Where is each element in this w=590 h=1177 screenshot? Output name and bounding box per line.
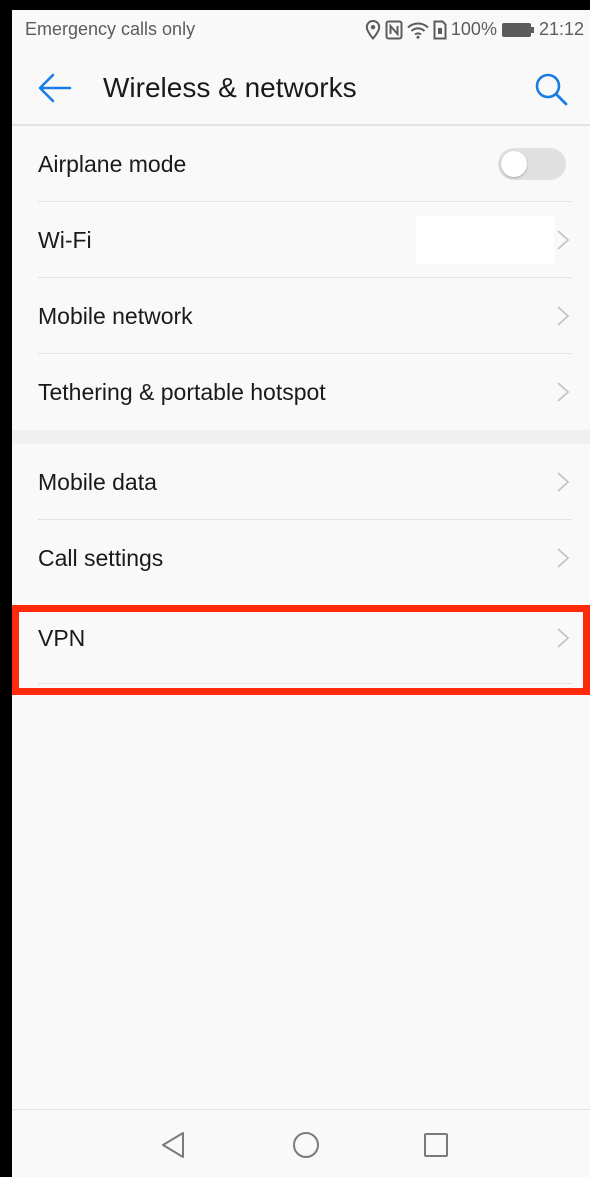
chevron-right-icon xyxy=(556,229,570,251)
wifi-label: Wi-Fi xyxy=(38,227,92,253)
chevron-right-icon xyxy=(556,305,570,327)
group-separator xyxy=(12,430,590,444)
vpn-row[interactable]: VPN xyxy=(12,596,590,684)
nav-home-icon[interactable] xyxy=(291,1130,321,1160)
app-bar: Wireless & networks xyxy=(12,50,590,124)
mobile-network-row[interactable]: Mobile network xyxy=(12,278,590,354)
chevron-right-icon xyxy=(556,627,570,649)
mobile-data-row[interactable]: Mobile data xyxy=(12,444,590,520)
airplane-mode-label: Airplane mode xyxy=(38,151,187,177)
tethering-hotspot-label: Tethering & portable hotspot xyxy=(38,379,326,405)
settings-group-data: Mobile data Call settings VPN xyxy=(12,444,590,684)
call-settings-label: Call settings xyxy=(38,545,164,571)
location-icon xyxy=(365,19,381,40)
status-icons: 100% 21:12 xyxy=(365,19,584,40)
chevron-right-icon xyxy=(556,381,570,403)
call-settings-row[interactable]: Call settings xyxy=(12,520,590,596)
carrier-status-text: Emergency calls only xyxy=(25,19,196,39)
screen: Emergency calls only 100% 21:12 Wireless… xyxy=(12,10,590,1177)
search-icon[interactable] xyxy=(534,72,568,106)
tethering-hotspot-row[interactable]: Tethering & portable hotspot xyxy=(12,354,590,430)
nfc-icon xyxy=(385,20,403,40)
nav-recent-apps-icon[interactable] xyxy=(421,1130,451,1160)
mobile-data-label: Mobile data xyxy=(38,469,157,495)
battery-icon xyxy=(501,22,535,38)
wifi-signal-icon xyxy=(407,21,429,39)
settings-group-connectivity: Airplane mode Wi-Fi Mobile network Tethe… xyxy=(12,126,590,430)
airplane-mode-toggle[interactable] xyxy=(498,148,566,180)
page-title: Wireless & networks xyxy=(103,72,357,103)
wifi-status-value xyxy=(416,216,554,264)
row-divider xyxy=(38,683,572,684)
back-arrow-icon[interactable] xyxy=(38,72,72,104)
clock: 21:12 xyxy=(538,19,584,39)
status-bar: Emergency calls only 100% 21:12 xyxy=(12,10,590,50)
battery-percent: 100% xyxy=(450,19,497,39)
nav-back-icon[interactable] xyxy=(159,1130,189,1160)
chevron-right-icon xyxy=(556,471,570,493)
vpn-label: VPN xyxy=(38,625,86,651)
mobile-network-label: Mobile network xyxy=(38,303,193,329)
toggle-knob xyxy=(501,151,527,177)
navigation-bar xyxy=(12,1110,590,1177)
chevron-right-icon xyxy=(556,547,570,569)
airplane-mode-row[interactable]: Airplane mode xyxy=(12,126,590,202)
wifi-row[interactable]: Wi-Fi xyxy=(12,202,590,278)
sim-icon xyxy=(433,20,447,40)
